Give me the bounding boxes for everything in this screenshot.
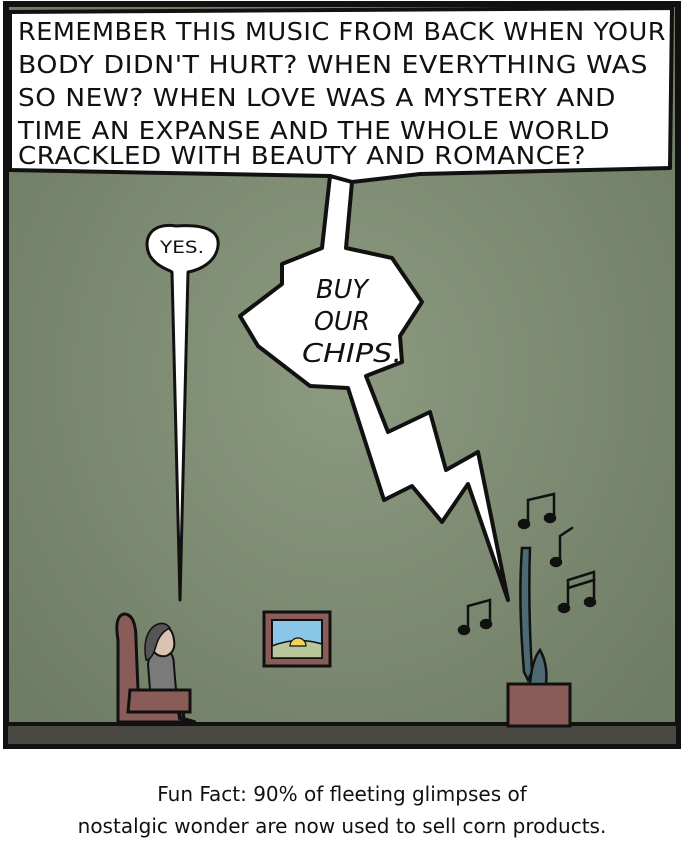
caption-line-1: Fun Fact: 90% of fleeting glimpses of xyxy=(157,782,527,806)
caption-line-2: nostalgic wonder are now used to sell co… xyxy=(77,814,607,838)
top-bubble-line-2: BODY DIDN'T HURT? WHEN EVERYTHING WAS xyxy=(18,50,648,79)
comic-panel: REMEMBER THIS MUSIC FROM BACK WHEN YOUR … xyxy=(3,1,681,749)
comic-caption: Fun Fact: 90% of fleeting glimpses of no… xyxy=(0,778,684,842)
top-bubble-line-1: REMEMBER THIS MUSIC FROM BACK WHEN YOUR xyxy=(18,17,666,46)
chips-line-1: BUY xyxy=(316,275,370,305)
person-reply-text: YES. xyxy=(159,238,204,258)
floor xyxy=(4,722,680,748)
framed-picture xyxy=(262,610,332,668)
chips-line-2: OUR xyxy=(314,307,370,337)
top-bubble-line-5: CRACKLED WITH BEAUTY AND ROMANCE? xyxy=(18,141,586,170)
top-bubble-line-3: SO NEW? WHEN LOVE WAS A MYSTERY AND xyxy=(18,83,616,112)
chips-line-3: CHIPS. xyxy=(302,339,402,369)
